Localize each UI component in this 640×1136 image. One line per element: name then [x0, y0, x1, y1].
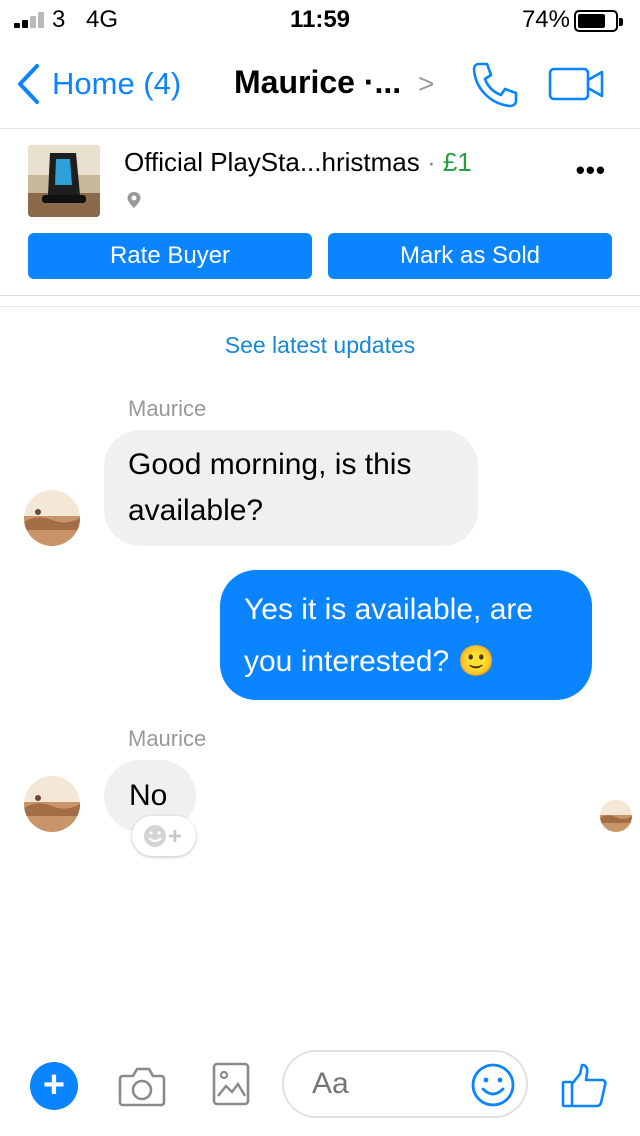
listing-price: £1: [442, 147, 472, 177]
incoming-message[interactable]: Good morning, is this available?: [104, 430, 478, 546]
conversation-title[interactable]: Maurice ·...: [234, 64, 401, 101]
thumbs-up-icon[interactable]: [560, 1062, 608, 1110]
emoji-icon[interactable]: [470, 1062, 516, 1108]
phone-icon[interactable]: [470, 60, 520, 108]
rate-buyer-button[interactable]: Rate Buyer: [28, 233, 312, 279]
listing-thumbnail[interactable]: [28, 145, 100, 217]
avatar[interactable]: [24, 490, 80, 546]
battery-percent: 74%: [521, 6, 570, 33]
outgoing-message[interactable]: Yes it is available, are you interested?…: [220, 570, 592, 700]
mark-as-sold-button[interactable]: Mark as Sold: [328, 233, 612, 279]
listing-separator: ·: [419, 147, 443, 177]
marketplace-listing-card: Official PlaySta...hristmas · £1 ••• Rat…: [0, 128, 640, 296]
sender-name: Maurice: [128, 396, 207, 421]
back-button[interactable]: Home (4): [16, 60, 181, 108]
read-receipt-avatar: [600, 800, 632, 832]
video-camera-icon[interactable]: [548, 66, 606, 102]
location-pin-icon: [127, 192, 141, 208]
title-chevron-icon[interactable]: >: [418, 68, 434, 100]
listing-title[interactable]: Official PlaySta...hristmas · £1: [124, 147, 472, 178]
more-icon[interactable]: •••: [576, 155, 606, 186]
add-reaction-icon[interactable]: [132, 816, 196, 856]
back-label: Home (4): [52, 66, 182, 101]
divider: [0, 306, 640, 307]
plus-icon[interactable]: +: [30, 1062, 78, 1110]
back-chevron-icon: [18, 64, 39, 104]
see-latest-updates-link[interactable]: See latest updates: [0, 332, 640, 359]
navigation-bar: Home (4) Maurice ·... >: [0, 40, 640, 128]
sender-name: Maurice: [128, 726, 207, 751]
avatar[interactable]: [24, 776, 80, 832]
camera-icon[interactable]: [118, 1064, 166, 1108]
battery-icon: [574, 10, 623, 32]
gallery-icon[interactable]: [212, 1062, 250, 1106]
status-bar: 3 4G 11:59 74%: [0, 0, 640, 40]
listing-name: Official PlaySta...hristmas: [124, 147, 420, 177]
message-composer: +: [0, 1040, 640, 1136]
